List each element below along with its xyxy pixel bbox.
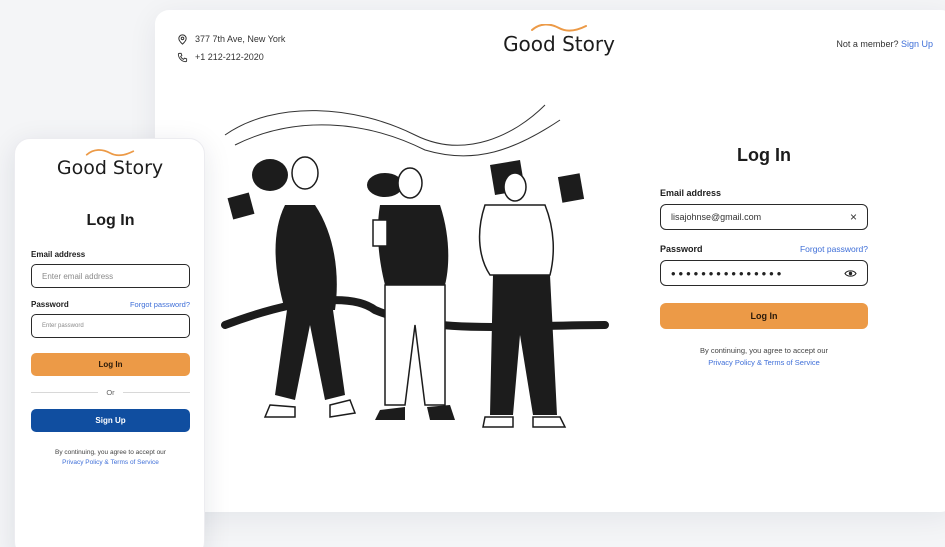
desktop-login-form: Log In Email address lisajohnse@gmail.co…: [660, 145, 868, 369]
phone-text: +1 212-212-2020: [195, 52, 264, 62]
phone-row: +1 212-212-2020: [177, 48, 285, 66]
email-field[interactable]: lisajohnse@gmail.com ×: [660, 204, 868, 230]
mobile-login-title: Log In: [86, 212, 135, 229]
mobile-terms-text: By continuing, you agree to accept our: [55, 449, 166, 456]
email-value: lisajohnse@gmail.com: [671, 212, 762, 222]
address-text: 377 7th Ave, New York: [195, 34, 286, 44]
mobile-email-label: Email address: [31, 250, 86, 259]
mobile-password-placeholder: Enter password: [42, 323, 84, 329]
password-label: Password: [660, 244, 703, 254]
brand-logo[interactable]: Good Story: [499, 24, 619, 56]
or-divider: Or: [31, 388, 190, 397]
mobile-forgot-password-link[interactable]: Forgot password?: [130, 300, 190, 309]
mobile-terms-link[interactable]: Privacy Policy & Terms of Service: [31, 458, 190, 468]
terms-text: By continuing, you agree to accept our: [700, 346, 828, 355]
login-button[interactable]: Log In: [660, 303, 868, 329]
login-title: Log In: [737, 145, 791, 165]
phone-icon: [177, 52, 188, 62]
address-row: 377 7th Ave, New York: [177, 30, 285, 48]
mobile-login-form: Log In Email address Enter email address…: [31, 212, 190, 469]
password-mask: •••••••••••••••: [671, 265, 785, 281]
mobile-email-label-row: Email address: [31, 250, 190, 259]
mobile-terms-notice: By continuing, you agree to accept our P…: [31, 448, 190, 469]
terms-link[interactable]: Privacy Policy & Terms of Service: [660, 357, 868, 369]
password-label-row: Password Forgot password?: [660, 244, 868, 254]
member-prompt: Not a member? Sign Up: [836, 39, 933, 49]
location-pin-icon: [178, 33, 187, 45]
mobile-brand-name: Good Story: [56, 157, 164, 179]
mobile-email-field[interactable]: Enter email address: [31, 264, 190, 288]
divider-line-left: [31, 392, 99, 393]
or-text: Or: [106, 388, 115, 397]
contact-info: 377 7th Ave, New York +1 212-212-2020: [177, 30, 285, 66]
mobile-brand-logo[interactable]: Good Story: [50, 149, 170, 179]
password-field[interactable]: •••••••••••••••: [660, 260, 868, 286]
mobile-smile-logo-icon: [85, 149, 135, 157]
mobile-password-field[interactable]: Enter password: [31, 314, 190, 338]
forgot-password-link[interactable]: Forgot password?: [800, 244, 868, 254]
terms-notice: By continuing, you agree to accept our P…: [660, 345, 868, 369]
mobile-login-button[interactable]: Log In: [31, 353, 190, 376]
smile-logo-icon: [531, 24, 587, 32]
desktop-login-window: 377 7th Ave, New York +1 212-212-2020 Go…: [155, 10, 945, 512]
mobile-email-placeholder: Enter email address: [42, 271, 114, 281]
mobile-password-label-row: Password Forgot password?: [31, 300, 190, 309]
clear-icon[interactable]: ×: [850, 210, 857, 224]
signup-link[interactable]: Sign Up: [901, 39, 933, 49]
mobile-login-card: Good Story Log In Email address Enter em…: [14, 138, 205, 547]
readers-illustration: [221, 104, 609, 428]
mobile-signup-button[interactable]: Sign Up: [31, 409, 190, 432]
divider-line-right: [122, 392, 190, 393]
email-label-row: Email address: [660, 188, 868, 198]
mobile-password-label: Password: [31, 300, 69, 309]
email-label: Email address: [660, 188, 722, 198]
eye-icon[interactable]: [844, 269, 857, 278]
brand-name: Good Story: [503, 32, 615, 56]
member-prompt-text: Not a member?: [836, 39, 899, 49]
